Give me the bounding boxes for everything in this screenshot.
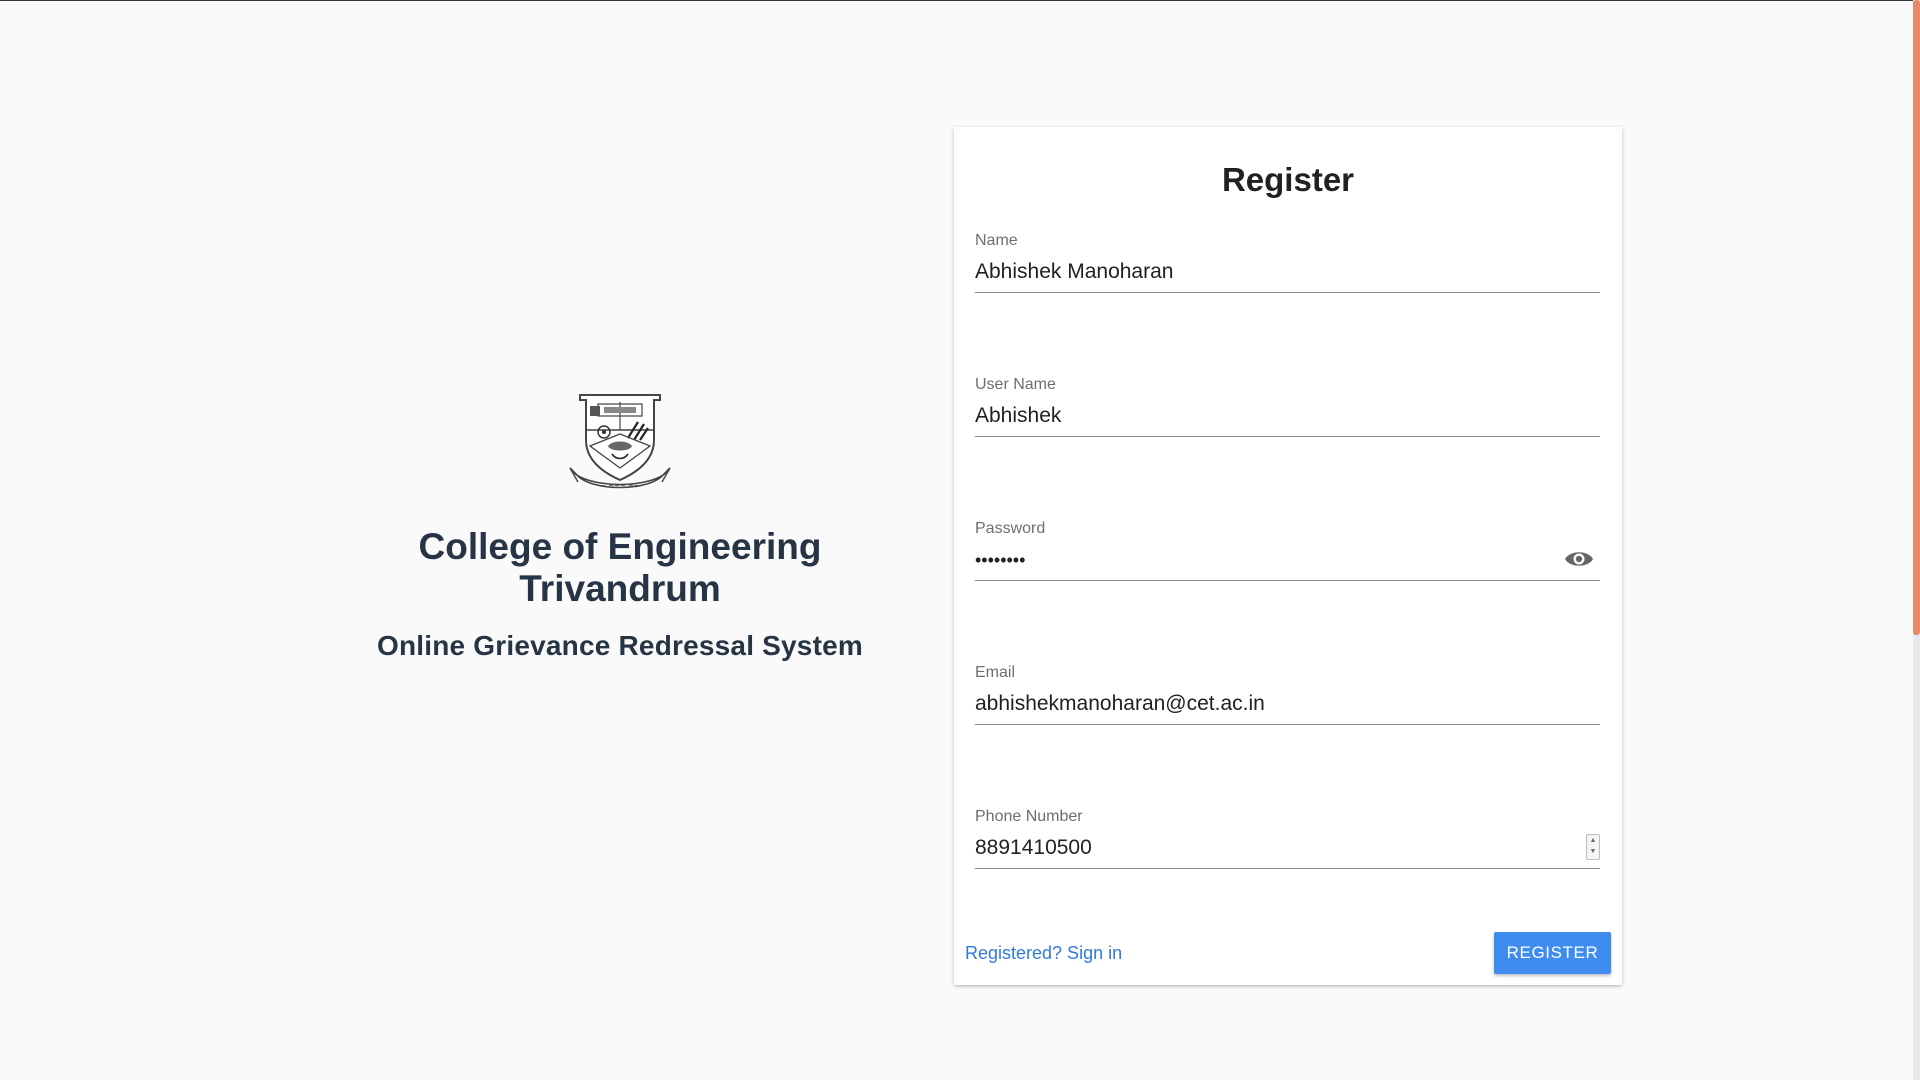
- username-label: User Name: [975, 376, 1056, 393]
- college-name: College of Engineering Trivandrum: [360, 526, 880, 610]
- signin-link[interactable]: Registered? Sign in: [965, 943, 1122, 964]
- scrollbar-thumb[interactable]: [1913, 0, 1920, 635]
- email-input[interactable]: abhishekmanoharan@cet.ac.in: [975, 692, 1265, 716]
- brand-panel: ~ ~~~ ~~ College of Engineering Trivandr…: [360, 394, 880, 662]
- stepper-down-icon[interactable]: ▼: [1587, 846, 1599, 857]
- name-label: Name: [975, 232, 1018, 249]
- phone-field[interactable]: Phone Number 8891410500 ▲ ▼: [975, 808, 1600, 869]
- svg-text:~ ~~~ ~~: ~ ~~~ ~~: [600, 482, 640, 490]
- phone-label: Phone Number: [975, 808, 1083, 825]
- password-field[interactable]: Password ••••••••: [975, 520, 1600, 581]
- stepper-up-icon[interactable]: ▲: [1587, 835, 1599, 846]
- phone-input[interactable]: 8891410500: [975, 836, 1092, 860]
- college-name-line1: College of Engineering: [418, 526, 822, 567]
- system-name: Online Grievance Redressal System: [377, 630, 863, 661]
- name-field[interactable]: Name Abhishek Manoharan: [975, 232, 1600, 293]
- username-input[interactable]: Abhishek: [975, 404, 1061, 428]
- username-field[interactable]: User Name Abhishek: [975, 376, 1600, 437]
- eye-icon[interactable]: [1564, 548, 1594, 570]
- password-label: Password: [975, 520, 1046, 537]
- email-label: Email: [975, 664, 1016, 681]
- email-field[interactable]: Email abhishekmanoharan@cet.ac.in: [975, 664, 1600, 725]
- register-button[interactable]: REGISTER: [1494, 932, 1611, 974]
- number-stepper-icon[interactable]: ▲ ▼: [1586, 834, 1600, 860]
- register-card: Register Name Abhishek Manoharan User Na…: [954, 127, 1622, 985]
- name-input[interactable]: Abhishek Manoharan: [975, 260, 1173, 284]
- scrollbar-track[interactable]: [1913, 0, 1920, 1080]
- college-crest-logo: ~ ~~~ ~~: [569, 394, 671, 490]
- register-title: Register: [1221, 161, 1355, 198]
- password-input[interactable]: ••••••••: [975, 550, 1025, 571]
- college-name-line2: Trivandrum: [519, 568, 721, 609]
- window-top-border: [0, 0, 1920, 1]
